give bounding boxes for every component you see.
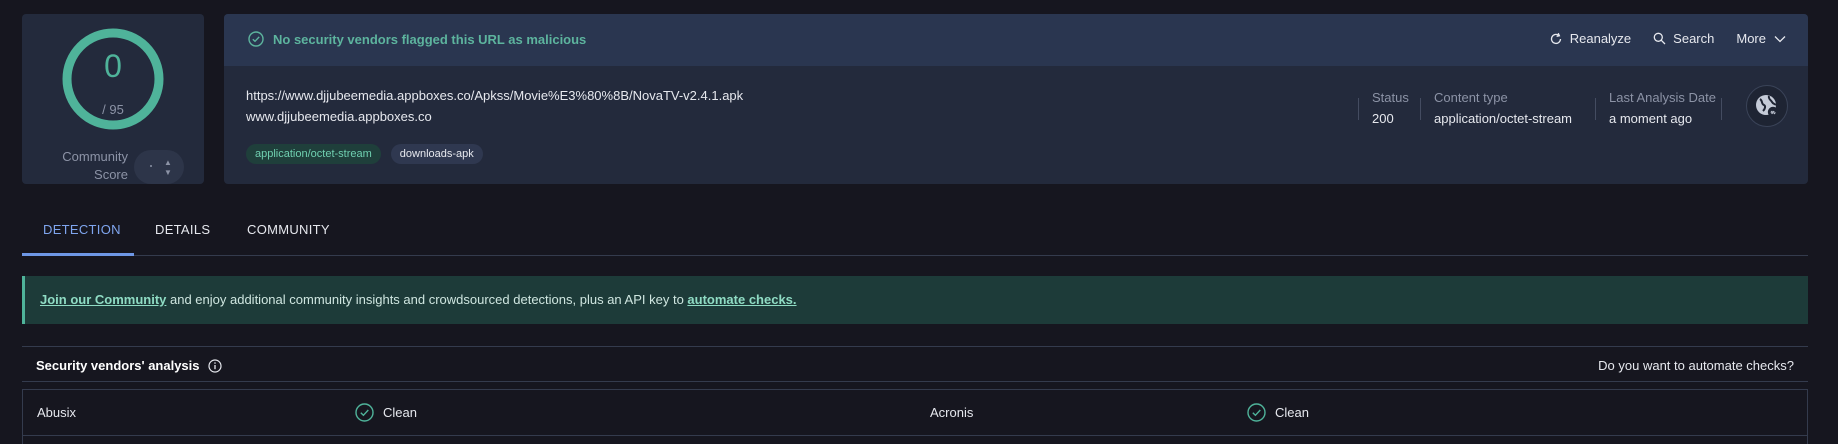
info-icon[interactable] <box>207 358 222 373</box>
last-analysis-label: Last Analysis Date <box>1609 90 1716 105</box>
tab-detection[interactable]: DETECTION <box>43 222 121 237</box>
analyzed-url[interactable]: https://www.djjubeemedia.appboxes.co/Apk… <box>246 88 743 103</box>
vendor-name: Abusix <box>37 405 77 420</box>
community-info-banner: Join our Community and enjoy additional … <box>22 276 1808 324</box>
search-button[interactable]: Search <box>1653 31 1714 46</box>
vendor-result: Clean <box>1247 403 1309 422</box>
url-summary-panel: No security vendors flagged this URL as … <box>224 14 1808 184</box>
community-score-card: 0 / 95 Community Score ▲ ▼ <box>22 14 204 184</box>
reanalyze-button[interactable]: Reanalyze <box>1549 31 1631 46</box>
vendors-header: Security vendors' analysis Do you want t… <box>22 346 1808 382</box>
check-circle-icon <box>355 403 374 422</box>
detection-score: 0 <box>104 48 122 84</box>
last-analysis-value: a moment ago <box>1609 111 1693 126</box>
vendors-title: Security vendors' analysis <box>36 358 222 373</box>
status-value: 200 <box>1372 111 1394 126</box>
reanalyze-label: Reanalyze <box>1569 31 1632 46</box>
vendor-result-text: Clean <box>383 405 417 420</box>
report-tabs: DETECTION DETAILS COMMUNITY <box>22 204 1808 256</box>
globe-link-icon <box>1756 95 1779 118</box>
automate-checks-link[interactable]: automate checks. <box>687 292 796 307</box>
search-icon <box>1653 32 1666 45</box>
table-row: Abusix Clean Acronis Clean <box>23 390 1807 436</box>
tab-details[interactable]: DETAILS <box>155 222 210 237</box>
verdict-status: No security vendors flagged this URL as … <box>248 31 586 47</box>
refresh-icon <box>1550 32 1561 44</box>
score-total: / 95 <box>102 102 124 117</box>
tab-community[interactable]: COMMUNITY <box>247 222 330 237</box>
banner-actions: Reanalyze Search More <box>1527 31 1786 46</box>
meta-divider <box>1358 98 1359 120</box>
content-type-value: application/octet-stream <box>1434 111 1573 126</box>
meta-status: Status 200 <box>1358 90 1418 130</box>
vote-down-icon[interactable]: ▼ <box>164 168 172 177</box>
vendor-name: Acronis <box>930 405 974 420</box>
more-label: More <box>1736 31 1766 46</box>
search-label: Search <box>1673 31 1715 46</box>
vendor-result: Clean <box>355 403 417 422</box>
meta-divider <box>1721 98 1722 120</box>
chevron-down-icon <box>1774 35 1786 42</box>
community-vote-control[interactable]: ▲ ▼ <box>134 150 184 184</box>
vendors-title-text: Security vendors' analysis <box>36 358 200 373</box>
vote-dot-icon <box>150 165 152 167</box>
join-community-link[interactable]: Join our Community <box>40 292 166 307</box>
active-tab-indicator <box>22 253 134 256</box>
tag-content-type[interactable]: application/octet-stream <box>246 144 381 164</box>
content-type-label: Content type <box>1434 90 1508 105</box>
info-banner-text: and enjoy additional community insights … <box>166 292 688 307</box>
more-menu-button[interactable]: More <box>1736 31 1786 46</box>
community-score-label: Community Score <box>62 149 128 182</box>
meta-divider <box>1420 98 1421 120</box>
meta-divider <box>1595 98 1596 120</box>
url-domain[interactable]: www.djjubeemedia.appboxes.co <box>246 109 432 124</box>
automate-checks-question[interactable]: Do you want to automate checks? <box>1598 358 1794 373</box>
vendor-result-text: Clean <box>1275 405 1309 420</box>
verdict-banner: No security vendors flagged this URL as … <box>224 14 1808 66</box>
tag-list: application/octet-stream downloads-apk <box>246 144 493 164</box>
vendors-table: Abusix Clean Acronis Clean <box>22 389 1808 444</box>
check-circle-icon <box>248 31 264 47</box>
check-circle-icon <box>1247 403 1266 422</box>
status-label: Status <box>1372 90 1409 105</box>
verdict-text: No security vendors flagged this URL as … <box>273 31 587 47</box>
vote-up-icon[interactable]: ▲ <box>164 158 172 167</box>
tag-downloads-apk[interactable]: downloads-apk <box>390 144 483 164</box>
meta-last-analysis: Last Analysis Date a moment ago <box>1595 90 1716 130</box>
url-globe-button[interactable] <box>1746 85 1788 127</box>
meta-content-type: Content type application/octet-stream <box>1420 90 1580 130</box>
